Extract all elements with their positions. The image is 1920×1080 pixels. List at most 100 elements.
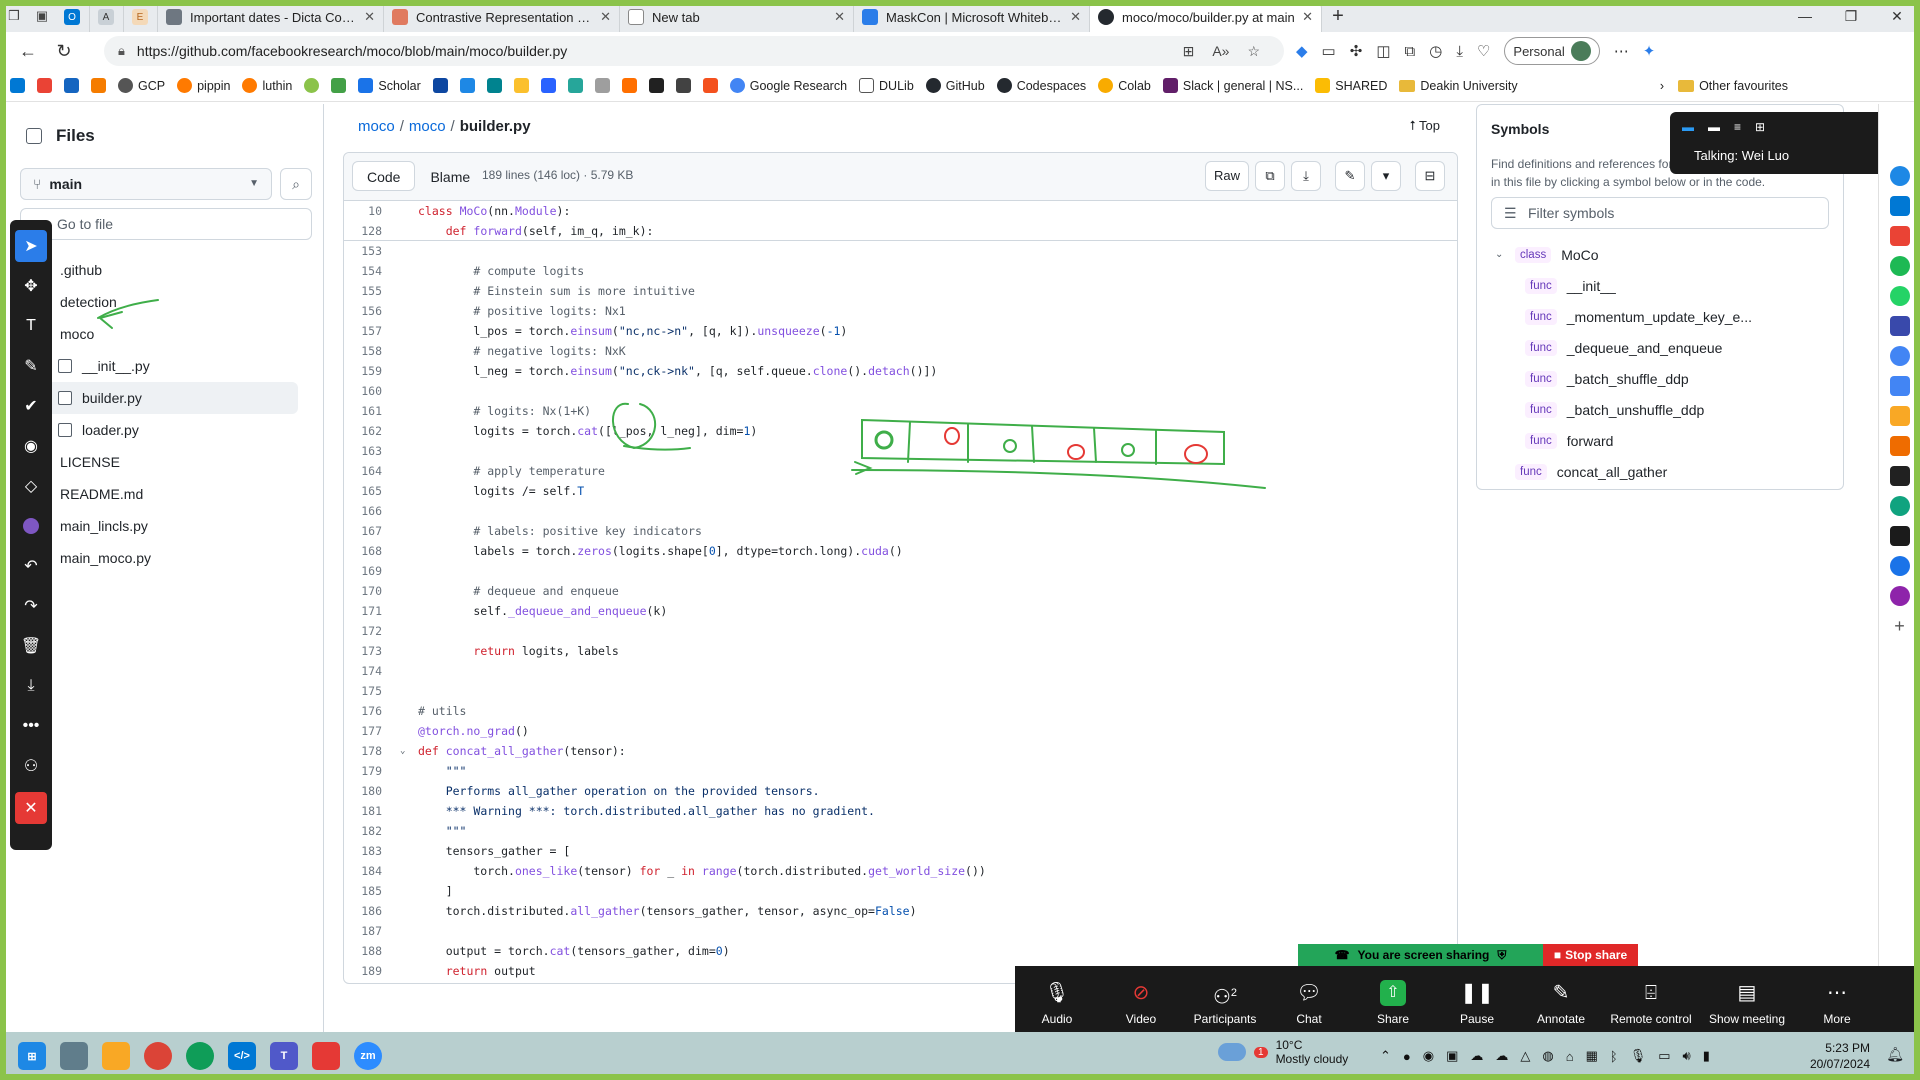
tree-file[interactable]: main_lincls.py (36, 510, 298, 542)
bookmark-scholar[interactable]: Scholar (358, 78, 421, 93)
video-button[interactable]: ⊘ Video (1099, 980, 1183, 1026)
mic-tray-icon[interactable]: 🎙︎ (1630, 1048, 1647, 1064)
google-sidebar-icon[interactable] (1889, 346, 1910, 366)
line-number[interactable]: 174 (344, 664, 400, 678)
clock[interactable]: 5:23 PM 20/07/2024 (1810, 1040, 1870, 1072)
task-view-icon[interactable] (60, 1042, 88, 1070)
tab-moco-builder[interactable]: moco/moco/builder.py at main ✕ (1090, 2, 1322, 32)
onedrive-icon[interactable]: ☁ (1470, 1048, 1483, 1064)
bookmark-b[interactable] (304, 78, 320, 93)
bookmark-bolt[interactable] (540, 78, 556, 93)
person-settings-icon[interactable]: ⚇ (15, 750, 47, 782)
refresh-icon[interactable]: ↻ (46, 41, 82, 62)
extension-icon[interactable]: ◆ (1296, 42, 1308, 60)
add-icon[interactable]: + (1890, 616, 1910, 636)
acrobat-taskbar-icon[interactable] (312, 1042, 340, 1070)
tree-file[interactable]: builder.py (36, 382, 298, 414)
chevron-right-icon[interactable]: › (1660, 79, 1664, 93)
line-number[interactable]: 178 (344, 744, 400, 758)
bluetooth-icon[interactable]: ᛒ (1610, 1049, 1618, 1064)
line-number[interactable]: 164 (344, 464, 400, 478)
bookmark-deakin[interactable]: Deakin University (1399, 79, 1518, 93)
annotate-button[interactable]: ✎ Annotate (1519, 980, 1603, 1026)
tree-file[interactable]: main_moco.py (36, 542, 298, 574)
stop-share-button[interactable]: ■ Stop share (1543, 944, 1638, 966)
line-number[interactable]: 165 (344, 484, 400, 498)
tree-folder[interactable]: .github (36, 254, 298, 286)
symbol-item[interactable]: func forward (1491, 425, 1831, 456)
edit-dropdown-icon[interactable]: ▾ (1371, 161, 1401, 191)
display-icon[interactable]: ▦ (1586, 1048, 1598, 1064)
line-number[interactable]: 183 (344, 844, 400, 858)
spotlight-tool-icon[interactable]: ◉ (15, 430, 47, 462)
close-icon[interactable]: ✕ (600, 9, 611, 25)
grid-view-icon[interactable]: ⊞ (1755, 120, 1765, 134)
chatgpt-icon[interactable] (1889, 496, 1910, 516)
line-number[interactable]: 128 (344, 224, 400, 238)
chevron-up-icon[interactable]: ⌃ (1380, 1048, 1391, 1064)
bookmark-pippin[interactable]: pippin (177, 78, 230, 93)
line-number[interactable]: 179 (344, 764, 400, 778)
close-icon[interactable]: ✕ (834, 9, 845, 25)
line-number[interactable]: 158 (344, 344, 400, 358)
symbol-item[interactable]: func _dequeue_and_enqueue (1491, 332, 1831, 363)
zoom-icon[interactable]: zm (354, 1042, 382, 1070)
line-number[interactable]: 161 (344, 404, 400, 418)
start-icon[interactable]: ⊞ (18, 1042, 46, 1070)
line-number[interactable]: 184 (344, 864, 400, 878)
tab-actions-icon[interactable]: ▣ (28, 0, 56, 32)
terminal-icon[interactable] (1889, 526, 1910, 546)
line-number[interactable]: 170 (344, 584, 400, 598)
drive-tray-icon[interactable]: △ (1520, 1048, 1530, 1064)
line-number[interactable]: 167 (344, 524, 400, 538)
spotify-icon[interactable] (1889, 256, 1910, 276)
line-number[interactable]: 156 (344, 304, 400, 318)
tree-folder[interactable]: moco (36, 318, 298, 350)
tab-pinned-a[interactable]: A (90, 2, 124, 32)
line-number[interactable]: 168 (344, 544, 400, 558)
symbol-item[interactable]: func concat_all_gather (1491, 456, 1831, 487)
bookmark-k[interactable] (432, 78, 448, 93)
bookmark-leaf[interactable] (331, 78, 347, 93)
line-number[interactable]: 163 (344, 444, 400, 458)
tab-contrastive[interactable]: Contrastive Representation Learn ✕ (384, 2, 620, 32)
line-number[interactable]: 173 (344, 644, 400, 658)
bookmark-flag[interactable] (513, 78, 529, 93)
bookmark-person[interactable] (648, 78, 664, 93)
github-tray-icon[interactable]: ● (1403, 1049, 1411, 1064)
close-icon[interactable]: ✕ (1302, 9, 1313, 25)
line-number[interactable]: 172 (344, 624, 400, 638)
tree-file[interactable]: __init__.py (36, 350, 298, 382)
bookmark-colab[interactable]: Colab (1098, 78, 1151, 93)
apps-icon[interactable]: ⊞ (1183, 43, 1195, 60)
vscode-icon[interactable]: </> (228, 1042, 256, 1070)
bookmark-luthin[interactable]: luthin (242, 78, 292, 93)
feedly-icon[interactable] (1889, 406, 1910, 426)
back-icon[interactable]: ← (10, 41, 46, 62)
tree-file[interactable]: LICENSE (36, 446, 298, 478)
bookmark-outlook[interactable] (10, 78, 25, 93)
chat-button[interactable]: 💬︎ Chat (1267, 980, 1351, 1026)
zoom-tray-icon[interactable]: ◉ (1423, 1048, 1434, 1064)
notification-bell-icon[interactable]: 🔔︎ (1886, 1046, 1904, 1063)
branch-selector[interactable]: ⑂ main ▼ (20, 168, 272, 200)
line-number[interactable]: 169 (344, 564, 400, 578)
line-number[interactable]: 153 (344, 244, 400, 258)
line-number[interactable]: 188 (344, 944, 400, 958)
bookmark-github[interactable]: GitHub (925, 78, 985, 93)
gemini-icon[interactable] (1889, 556, 1910, 576)
move-tool-icon[interactable]: ✥ (15, 270, 47, 302)
copy-icon[interactable]: ⧉ (1255, 161, 1285, 191)
bookmark-chart[interactable] (702, 78, 718, 93)
more-icon[interactable]: ••• (15, 710, 47, 742)
symbol-item[interactable]: func _batch_unshuffle_ddp (1491, 394, 1831, 425)
search-button[interactable]: ⌕ (280, 168, 312, 200)
globe-icon[interactable]: ◍ (1542, 1048, 1553, 1064)
bookmark-orange[interactable] (91, 78, 106, 93)
bookmark-shared[interactable]: SHARED (1315, 78, 1387, 93)
pause-button[interactable]: ❚❚ Pause (1435, 980, 1519, 1026)
undo-icon[interactable]: ↶ (15, 550, 47, 582)
line-number[interactable]: 181 (344, 804, 400, 818)
symbol-item[interactable]: ⌄ class MoCo (1491, 239, 1831, 270)
breadcrumb-repo-link[interactable]: moco (358, 118, 395, 135)
